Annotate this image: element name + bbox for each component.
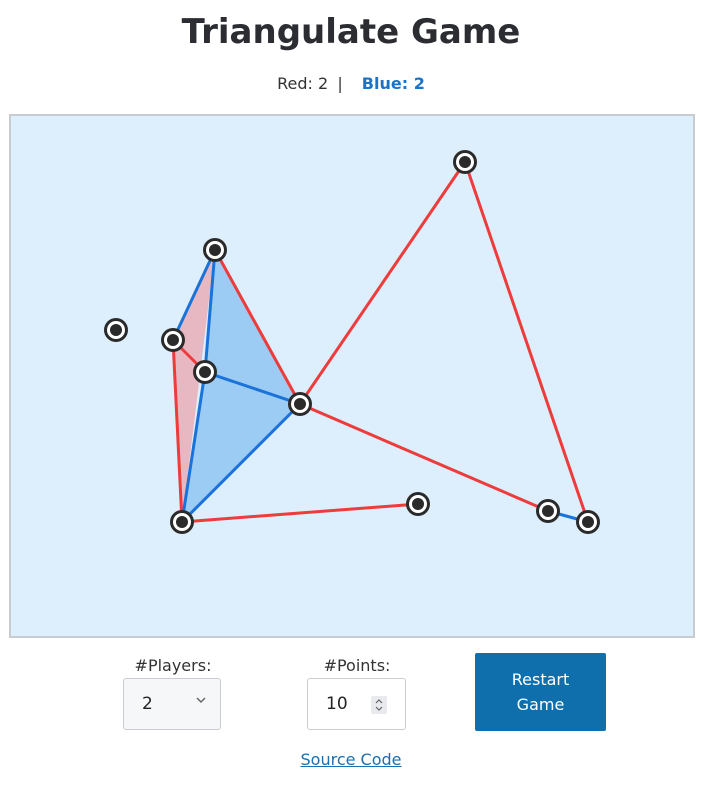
point[interactable] — [104, 318, 128, 342]
point[interactable] — [576, 510, 600, 534]
point[interactable] — [453, 150, 477, 174]
stepper-icon[interactable] — [371, 696, 387, 714]
players-select[interactable]: 2 — [123, 678, 221, 730]
point[interactable] — [288, 392, 312, 416]
points-input[interactable]: 10 — [307, 678, 406, 730]
blue-score: Blue: 2 — [361, 74, 425, 93]
red-edge — [298, 160, 467, 406]
points-input-value: 10 — [326, 694, 348, 714]
source-code-link[interactable]: Source Code — [301, 750, 402, 769]
point[interactable] — [406, 492, 430, 516]
page-title: Triangulate Game — [181, 12, 521, 52]
score-separator: | — [337, 74, 343, 93]
game-board[interactable] — [9, 114, 695, 638]
red-edge — [463, 160, 590, 524]
restart-game-button[interactable]: Restart Game — [475, 653, 606, 731]
chevron-down-icon — [196, 697, 206, 704]
board-canvas[interactable] — [11, 116, 693, 636]
point[interactable] — [536, 499, 560, 523]
point[interactable] — [170, 510, 194, 534]
point[interactable] — [161, 328, 185, 352]
point[interactable] — [203, 238, 227, 262]
red-edge — [180, 502, 420, 524]
footer: Source Code — [0, 750, 702, 769]
point[interactable] — [193, 360, 217, 384]
score-bar: Red: 2 | Blue: 2 — [0, 74, 702, 93]
players-select-value: 2 — [142, 694, 153, 714]
red-score: Red: 2 — [277, 74, 329, 93]
points-label: #Points: — [323, 656, 391, 675]
players-label: #Players: — [134, 656, 212, 675]
